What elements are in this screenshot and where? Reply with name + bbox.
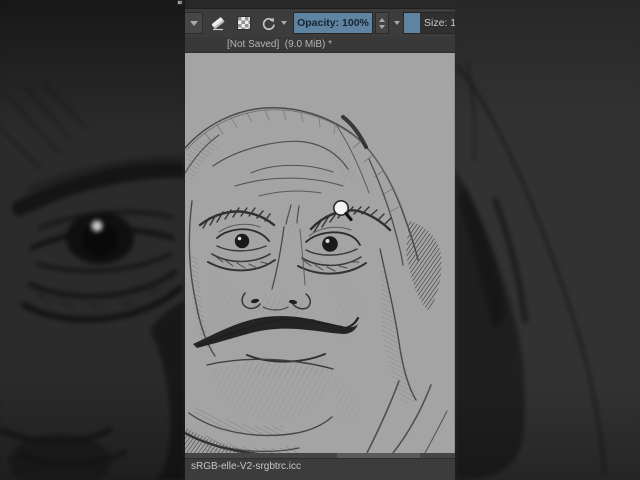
opacity-slider[interactable]: Opacity: 100% — [293, 12, 373, 34]
eraser-mode-button[interactable] — [208, 13, 228, 33]
app-window: Opacity: 100% Size: 10.00 p [Not Saved] … — [185, 0, 455, 480]
opacity-slider-label: Opacity: 100% — [297, 17, 369, 29]
blurred-background-right — [455, 0, 640, 480]
size-slider[interactable]: Size: 10.00 p — [403, 12, 455, 34]
chevron-down-icon — [379, 24, 385, 29]
zoom-cursor — [333, 200, 353, 222]
chevron-down-icon[interactable] — [394, 21, 400, 25]
opacity-spinner[interactable] — [375, 12, 389, 34]
preserve-alpha-button[interactable] — [234, 13, 254, 33]
blurred-eye-artwork — [0, 0, 185, 480]
chevron-down-icon[interactable] — [281, 21, 287, 25]
sketch-head-contours — [185, 107, 419, 401]
size-slider-label: Size: 10.00 p — [424, 17, 455, 29]
reload-icon — [262, 17, 275, 30]
screenshot-stage: Opacity: 100% Size: 10.00 p [Not Saved] … — [0, 0, 640, 480]
canvas-area[interactable] — [185, 53, 455, 453]
chevron-up-icon — [379, 17, 385, 22]
eraser-icon — [211, 17, 225, 31]
checkerboard-icon — [237, 16, 251, 30]
sketch-drawing — [185, 107, 448, 453]
document-tab-bar[interactable]: [Not Saved] (9.0 MiB) * — [185, 37, 455, 53]
document-tab-title: [Not Saved] (9.0 MiB) * — [227, 39, 333, 50]
chevron-down-icon — [190, 21, 198, 26]
size-slider-fill — [404, 13, 420, 33]
color-profile-label: sRGB-elle-V2-srgbtrc.icc — [191, 461, 302, 472]
reload-preset-button[interactable] — [258, 13, 278, 33]
brush-options-toolbar: Opacity: 100% Size: 10.00 p — [185, 9, 455, 37]
blurred-background-left — [0, 0, 185, 480]
cropped-widget-fragment — [177, 0, 183, 5]
tool-dropdown-button[interactable] — [185, 12, 203, 34]
sketch-shading — [185, 135, 442, 453]
blurred-cloth-artwork — [455, 0, 640, 480]
status-bar: sRGB-elle-V2-srgbtrc.icc — [185, 458, 455, 480]
toolbar-top-edge — [185, 0, 455, 9]
